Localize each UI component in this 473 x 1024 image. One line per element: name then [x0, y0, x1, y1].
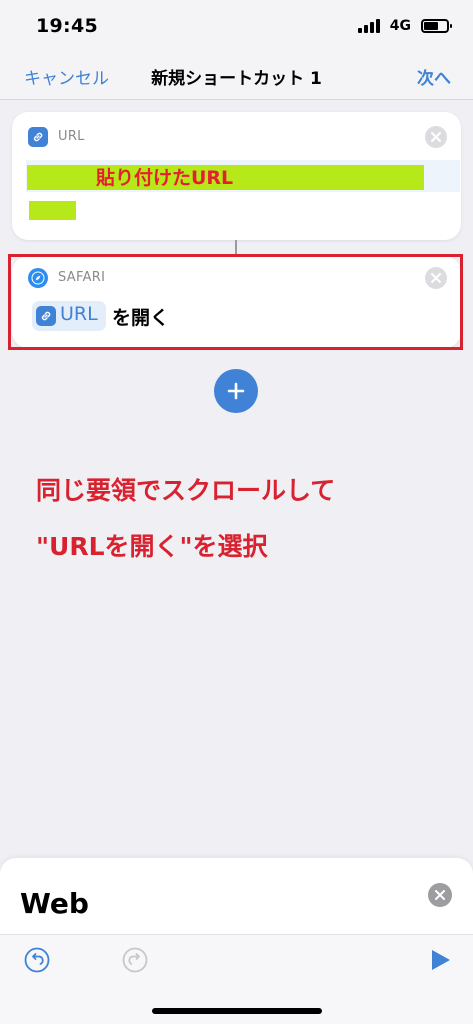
page-title: 新規ショートカット 1: [151, 69, 322, 89]
next-button[interactable]: 次へ: [417, 64, 451, 89]
url-action-label: URL: [58, 129, 85, 144]
compass-icon: [28, 268, 48, 288]
add-action-button[interactable]: [214, 369, 258, 413]
redo-icon[interactable]: [121, 946, 149, 974]
nav-bar: キャンセル 新規ショートカット 1 次へ: [0, 52, 473, 100]
panel-title: Web: [20, 887, 89, 920]
link-icon: [28, 127, 48, 147]
instruction-line-2: "URLを開く"を選択: [36, 532, 268, 561]
home-indicator: [152, 1008, 322, 1014]
signal-icon: [357, 19, 380, 33]
open-action-text: を開く: [112, 307, 170, 329]
link-icon: [36, 306, 56, 326]
play-icon[interactable]: [428, 948, 456, 976]
status-time: 19:45: [36, 15, 98, 37]
network-type: 4G: [389, 18, 411, 34]
url-highlight-small: [29, 201, 76, 220]
plus-icon: [227, 382, 245, 400]
status-indicators: 4G: [357, 18, 452, 34]
url-action-card[interactable]: URL 貼り付けたURL: [12, 112, 461, 240]
action-connector: [235, 240, 237, 256]
undo-icon[interactable]: [23, 946, 51, 974]
url-token-label: URL: [60, 303, 98, 325]
instruction-line-1: 同じ要領でスクロールして: [36, 476, 336, 505]
close-icon[interactable]: [425, 126, 447, 148]
battery-icon: [421, 19, 452, 33]
close-icon[interactable]: [428, 883, 452, 907]
status-bar: 19:45 4G: [0, 0, 473, 52]
safari-action-label: SAFARI: [58, 270, 106, 285]
url-annotation: 貼り付けたURL: [96, 167, 234, 189]
close-icon[interactable]: [425, 267, 447, 289]
